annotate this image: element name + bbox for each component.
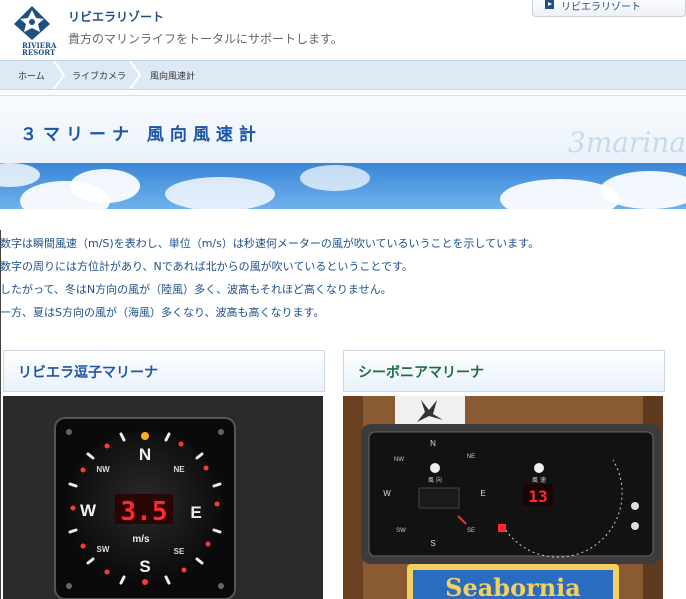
description-line: 数字の周りには方位計があり、Nであれば北からの風が吹いているということです。 <box>0 260 413 273</box>
page-title: ３マリーナ 風向風速計 <box>20 125 262 145</box>
breadcrumb-separator-icon <box>129 61 142 89</box>
panel-seabornia-marina: シーボニアマリーナ <box>343 350 665 392</box>
seabornia-gauge-label-nw: NW <box>394 457 404 463</box>
seabornia-gauge-label-w: W <box>383 489 391 498</box>
gauge-label-nw: NW <box>96 465 110 474</box>
zushi-wind-gauge-photo: N S E W NE NW SE SW 3.5 m/s <box>3 396 323 599</box>
logo-text: RIVIERA RESORT <box>22 42 56 56</box>
panel-title: シーボニアマリーナ <box>358 365 484 381</box>
wind-direction-label: 風 向 <box>428 476 442 484</box>
breadcrumb-live-camera[interactable]: ライブカメラ <box>72 69 126 82</box>
gauge-label-n: N <box>139 445 151 464</box>
logo-text-resort: RESORT <box>22 48 56 57</box>
seabornia-gauge-label-n: N <box>430 439 436 448</box>
top-link-label: リビエラリゾート <box>561 2 641 13</box>
description-line: 一方、夏はS方向の風が（海風）多くなり、波高も高くなります。 <box>0 306 325 319</box>
tagline: 貴方のマリンライフをトータルにサポートします。 <box>68 32 343 46</box>
panel-title: リビエラ逗子マリーナ <box>18 365 158 381</box>
gauge-label-sw: SW <box>97 545 110 554</box>
breadcrumb-home[interactable]: ホーム <box>18 69 45 82</box>
sky-banner <box>0 163 686 209</box>
wind-speed-reading: 3.5 <box>121 497 168 527</box>
arrow-right-icon <box>545 0 554 9</box>
description-line: したがって、冬はN方向の風が（陸風）多く、波高もそれほど高くなりません。 <box>0 283 392 296</box>
seabornia-wind-gauge-photo: N S W E NW NE SW SE 風 向 風 速 13 Seabornia <box>343 396 663 599</box>
panel-zushi-marina: リビエラ逗子マリーナ <box>3 350 325 392</box>
gauge-label-se: SE <box>174 547 185 556</box>
seabornia-gauge-label-se: SE <box>467 528 475 534</box>
description-line: 数字は瞬間風速（m/S)を表わし、単位（m/s）は秒速何メーターの風が吹いている… <box>0 237 540 250</box>
site-header: RIVIERA RESORT リビエラリゾート 貴方のマリンライフをトータルにサポ… <box>0 0 686 58</box>
seabornia-gauge-label-ne: NE <box>467 454 475 460</box>
seabornia-sign: Seabornia <box>445 573 581 599</box>
seabornia-gauge-label-sw: SW <box>396 528 406 534</box>
breadcrumb-current: 風向風速計 <box>150 72 196 82</box>
seabornia-wind-speed-reading: 13 <box>528 487 547 506</box>
seabornia-gauge-label-s: S <box>430 539 435 548</box>
gauge-label-ne: NE <box>173 465 185 474</box>
seabornia-gauge-label-e: E <box>480 489 485 498</box>
top-link-riviera[interactable]: リビエラリゾート <box>532 0 686 17</box>
site-name[interactable]: リビエラリゾート <box>68 8 164 25</box>
gauge-label-s: S <box>139 557 150 576</box>
riviera-logo[interactable]: RIVIERA RESORT <box>10 4 56 56</box>
breadcrumb-separator-icon <box>53 61 66 89</box>
wind-speed-label: 風 速 <box>532 477 546 484</box>
title-watermark: 3marina <box>567 126 686 159</box>
description: 数字は瞬間風速（m/S)を表わし、単位（m/s）は秒速何メーターの風が吹いている… <box>0 232 539 324</box>
breadcrumb: ホーム ライブカメラ 風向風速計 <box>0 60 686 90</box>
gauge-label-w: W <box>80 501 97 520</box>
gauge-label-e: E <box>190 503 201 522</box>
wind-speed-unit: m/s <box>132 534 150 545</box>
page-title-band: ３マリーナ 風向風速計 3marina <box>0 95 686 164</box>
